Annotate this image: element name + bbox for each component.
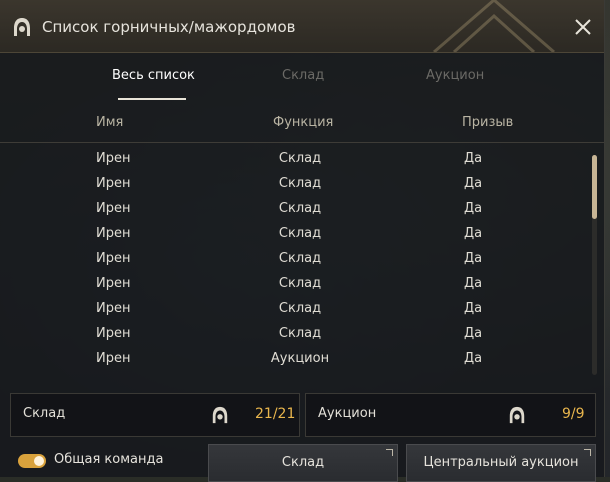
scrollbar-thumb[interactable] bbox=[592, 155, 597, 219]
window-title: Список горничных/мажордомов bbox=[42, 18, 296, 36]
column-header-function[interactable]: Функция bbox=[273, 115, 333, 130]
title-bar[interactable]: Список горничных/мажордомов bbox=[0, 0, 604, 53]
cell-summon: Да bbox=[464, 251, 483, 266]
maid-list: Ирен Склад Да Ирен Склад Да Ирен Склад Д… bbox=[0, 148, 590, 376]
maid-butler-list-window: Список горничных/мажордомов Весь список … bbox=[0, 0, 605, 482]
common-command-toggle[interactable] bbox=[18, 454, 46, 468]
warehouse-button[interactable]: Склад bbox=[208, 444, 398, 482]
cell-summon: Да bbox=[464, 276, 483, 291]
table-row[interactable]: Ирен Склад Да bbox=[0, 173, 590, 198]
maid-icon bbox=[14, 18, 30, 36]
auction-counter-value: 9/9 bbox=[562, 406, 585, 422]
active-tab-indicator bbox=[118, 98, 186, 100]
cell-function: Склад bbox=[278, 301, 322, 316]
cell-summon: Да bbox=[464, 201, 483, 216]
table-row[interactable]: Ирен Склад Да bbox=[0, 148, 590, 173]
close-icon[interactable] bbox=[574, 18, 592, 36]
toggle-knob bbox=[34, 456, 44, 466]
tab-auction[interactable]: Аукцион bbox=[426, 68, 484, 83]
table-row[interactable]: Ирен Склад Да bbox=[0, 323, 590, 348]
tab-warehouse[interactable]: Склад bbox=[282, 68, 324, 83]
tab-all-list[interactable]: Весь список bbox=[112, 68, 195, 83]
warehouse-counter-value: 21/21 bbox=[255, 406, 296, 422]
cell-function: Склад bbox=[278, 176, 322, 191]
auction-counter: Аукцион 9/9 bbox=[305, 393, 596, 437]
footer-bar: Общая команда Склад Центральный аукцион bbox=[0, 440, 604, 482]
title-ornament-icon bbox=[433, 0, 555, 52]
central-auction-button-label: Центральный аукцион bbox=[423, 455, 579, 470]
warehouse-counter-label: Склад bbox=[23, 406, 66, 421]
column-header-summon[interactable]: Призыв bbox=[462, 115, 513, 130]
cell-function: Склад bbox=[278, 251, 322, 266]
common-command-label: Общая команда bbox=[54, 452, 164, 467]
cell-summon: Да bbox=[464, 351, 483, 366]
table-row[interactable]: Ирен Склад Да bbox=[0, 298, 590, 323]
column-header-name[interactable]: Имя bbox=[96, 115, 123, 130]
cell-function: Склад bbox=[278, 201, 322, 216]
maid-icon bbox=[212, 406, 228, 424]
maid-icon bbox=[509, 406, 525, 424]
cell-function: Склад bbox=[278, 276, 322, 291]
table-header: Имя Функция Призыв bbox=[0, 106, 604, 143]
tab-bar: Весь список Склад Аукцион bbox=[0, 58, 604, 100]
cell-function: Склад bbox=[278, 226, 322, 241]
list-scrollbar[interactable] bbox=[592, 155, 597, 375]
central-auction-button[interactable]: Центральный аукцион bbox=[406, 444, 596, 482]
cell-summon: Да bbox=[464, 151, 483, 166]
table-row[interactable]: Ирен Склад Да bbox=[0, 198, 590, 223]
warehouse-counter: Склад 21/21 bbox=[10, 393, 300, 437]
cell-function: Склад bbox=[278, 151, 322, 166]
table-row[interactable]: Ирен Аукцион Да bbox=[0, 348, 590, 373]
cell-summon: Да bbox=[464, 226, 483, 241]
cell-function: Склад bbox=[278, 326, 322, 341]
cell-summon: Да bbox=[464, 301, 483, 316]
cell-summon: Да bbox=[464, 176, 483, 191]
cell-function: Аукцион bbox=[270, 351, 330, 366]
table-row[interactable]: Ирен Склад Да bbox=[0, 248, 590, 273]
auction-counter-label: Аукцион bbox=[318, 406, 377, 421]
table-row[interactable]: Ирен Склад Да bbox=[0, 273, 590, 298]
table-row[interactable]: Ирен Склад Да bbox=[0, 223, 590, 248]
expand-corner-icon bbox=[386, 449, 393, 456]
expand-corner-icon bbox=[584, 449, 591, 456]
cell-summon: Да bbox=[464, 326, 483, 341]
warehouse-button-label: Склад bbox=[281, 455, 325, 470]
